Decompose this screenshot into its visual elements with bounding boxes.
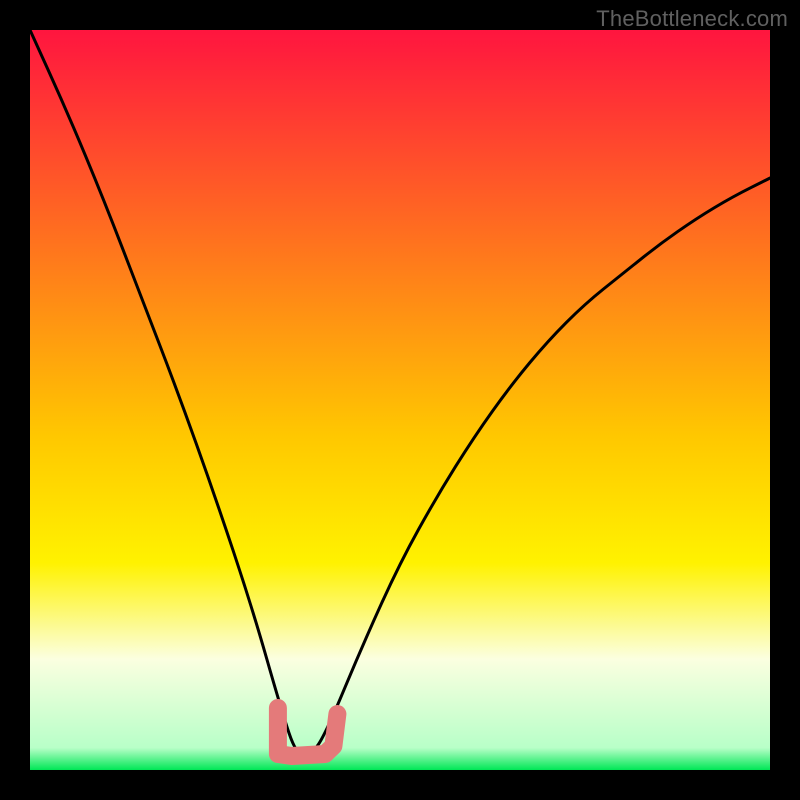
watermark-text: TheBottleneck.com: [596, 6, 788, 32]
gradient-background: [30, 30, 770, 770]
bottleneck-plot: [30, 30, 770, 770]
chart-frame: TheBottleneck.com: [0, 0, 800, 800]
